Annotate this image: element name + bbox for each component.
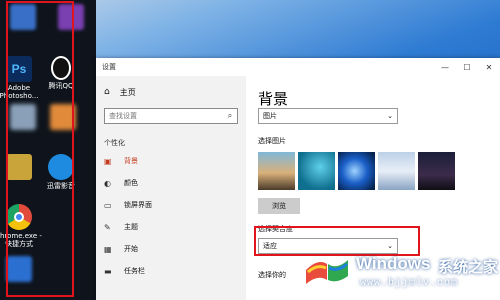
- title-bar: 设置 — ☐ ✕: [96, 58, 500, 76]
- nav-item-label: 任务栏: [124, 267, 145, 275]
- nav-home[interactable]: ⌂ 主页: [96, 82, 246, 102]
- nav-home-label: 主页: [119, 87, 136, 97]
- taskbar-icon: ▬: [104, 266, 112, 276]
- palette-icon: ◐: [104, 178, 111, 188]
- thumbnail-snow-mountain[interactable]: [378, 152, 415, 190]
- nav-item-label: 主题: [124, 223, 138, 231]
- picture-thumbnails: [258, 152, 494, 190]
- nav-item-label: 锁屏界面: [124, 201, 152, 209]
- watermark-windows-text: Windows: [356, 254, 431, 273]
- minimize-button[interactable]: —: [434, 58, 456, 76]
- thumbnail-windows-light[interactable]: [338, 152, 375, 190]
- choose-picture-label: 选择图片: [258, 137, 286, 145]
- background-type-dropdown[interactable]: 图片 ⌄: [258, 108, 398, 124]
- nav-item-start[interactable]: ▦ 开始: [96, 238, 246, 260]
- browse-button[interactable]: 浏览: [258, 198, 300, 214]
- maximize-button[interactable]: ☐: [456, 58, 478, 76]
- search-placeholder: 查找设置: [109, 112, 137, 120]
- watermark: Windows 系统之家 www.bjjmlv.com: [304, 244, 498, 300]
- nav-item-label: 开始: [124, 245, 138, 253]
- nav-item-label: 颜色: [124, 179, 138, 187]
- search-icon: ⌕: [227, 111, 233, 120]
- thumbnail-underwater[interactable]: [298, 152, 335, 190]
- chevron-down-icon: ⌄: [387, 112, 393, 120]
- brush-icon: ✎: [104, 222, 111, 232]
- thumbnail-beach-rock[interactable]: [258, 152, 295, 190]
- page-title: 背景: [258, 90, 289, 108]
- close-button[interactable]: ✕: [478, 58, 500, 76]
- thumbnail-night-sky[interactable]: [418, 152, 455, 190]
- nav-item-themes[interactable]: ✎ 主题: [96, 216, 246, 238]
- picture-icon: ▣: [104, 156, 112, 166]
- watermark-cn-text: 系统之家: [438, 258, 499, 276]
- monitor-icon: ▭: [104, 200, 112, 210]
- window-title: 设置: [102, 63, 116, 71]
- nav-item-colors[interactable]: ◐ 颜色: [96, 172, 246, 194]
- start-grid-icon: ▦: [104, 244, 112, 254]
- highlight-box-desktop-icons: [6, 1, 74, 297]
- nav-item-taskbar[interactable]: ▬ 任务栏: [96, 260, 246, 282]
- background-type-value: 图片: [263, 112, 277, 120]
- home-icon: ⌂: [104, 87, 110, 97]
- watermark-url: www.bjjmlv.com: [360, 278, 459, 289]
- search-input[interactable]: 查找设置 ⌕: [104, 108, 238, 124]
- nav-item-background[interactable]: ▣ 背景: [96, 150, 246, 172]
- nav-item-label: 背景: [124, 157, 138, 165]
- settings-sidebar: ⌂ 主页 查找设置 ⌕ 个性化 ▣ 背景 ◐ 颜色 ▭ 锁屏界面 ✎ 主题 ▦ …: [96, 76, 246, 300]
- windows-logo-icon: [306, 260, 348, 284]
- nav-section-title: 个性化: [104, 139, 125, 147]
- nav-item-lockscreen[interactable]: ▭ 锁屏界面: [96, 194, 246, 216]
